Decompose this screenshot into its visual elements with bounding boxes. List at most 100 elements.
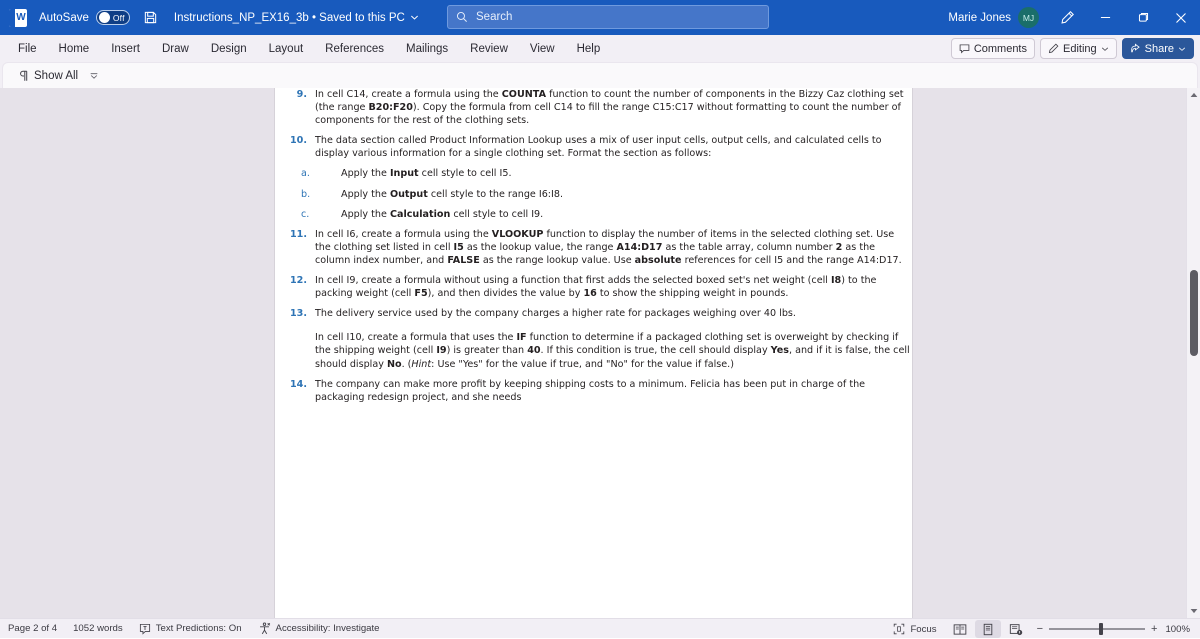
tab-help[interactable]: Help: [567, 37, 611, 61]
zoom-track[interactable]: [1049, 628, 1145, 630]
zoom-level-label[interactable]: 100%: [1165, 624, 1196, 635]
zoom-out-button[interactable]: −: [1037, 623, 1043, 635]
avatar[interactable]: MJ: [1018, 7, 1039, 28]
comments-button[interactable]: Comments: [951, 38, 1035, 59]
list-sub-item: c.Apply the Calculation cell style to ce…: [275, 208, 912, 221]
read-mode-icon[interactable]: [947, 620, 973, 638]
list-item-text: In cell I9, create a formula without usi…: [315, 274, 912, 300]
list-item: 10.The data section called Product Infor…: [275, 134, 912, 160]
search-icon: [456, 11, 468, 23]
tab-home[interactable]: Home: [49, 37, 100, 61]
list-item-number: a.: [275, 167, 341, 180]
word-count[interactable]: 1052 words: [65, 619, 131, 639]
text-predictions-icon: [139, 623, 151, 635]
search-container[interactable]: Search: [447, 5, 769, 29]
document-content: 9.In cell C14, create a formula using th…: [275, 88, 912, 411]
list-item-text: In cell I6, create a formula using the V…: [315, 228, 912, 267]
tab-mailings[interactable]: Mailings: [396, 37, 458, 61]
title-bar: AutoSave Off Instructions_NP_EX16_3b • S…: [0, 0, 1200, 35]
list-item-number: [275, 331, 315, 370]
text-predictions-status[interactable]: Text Predictions: On: [131, 619, 250, 639]
zoom-slider[interactable]: − +: [1037, 623, 1158, 635]
scrollbar-thumb[interactable]: [1190, 270, 1198, 356]
word-logo-icon: [9, 9, 27, 27]
web-layout-icon[interactable]: [1003, 620, 1029, 638]
chevron-down-icon[interactable]: [410, 13, 419, 22]
user-name: Marie Jones: [948, 12, 1011, 24]
tab-review[interactable]: Review: [460, 37, 518, 61]
tab-layout[interactable]: Layout: [259, 37, 314, 61]
print-layout-icon[interactable]: [975, 620, 1001, 638]
list-item-text: In cell C14, create a formula using the …: [315, 88, 912, 127]
list-item-text: In cell I10, create a formula that uses …: [315, 331, 912, 370]
autosave-state-label: Off: [113, 13, 125, 23]
focus-icon: [893, 623, 905, 635]
status-bar: Page 2 of 4 1052 words Text Predictions:…: [0, 618, 1200, 638]
list-item: 13.The delivery service used by the comp…: [275, 307, 912, 320]
show-all-label: Show All: [34, 70, 78, 82]
tab-file[interactable]: File: [8, 37, 47, 61]
list-item-number: c.: [275, 208, 341, 221]
scroll-up-arrow-icon[interactable]: [1187, 88, 1200, 102]
list-item-text: The delivery service used by the company…: [315, 307, 912, 320]
autosave-control[interactable]: AutoSave Off: [39, 10, 130, 25]
list-item-number: 11.: [275, 228, 315, 267]
comment-icon: [959, 43, 970, 54]
list-item-text: The data section called Product Informat…: [315, 134, 912, 160]
list-item: 14.The company can make more profit by k…: [275, 378, 912, 404]
pilcrow-icon: [18, 70, 29, 82]
status-bar-right: Focus −: [885, 619, 1196, 639]
page-indicator[interactable]: Page 2 of 4: [0, 619, 65, 639]
list-item-number: 10.: [275, 134, 315, 160]
ribbon-tab-bar: File Home Insert Draw Design Layout Refe…: [0, 35, 1200, 62]
title-bar-right: Marie Jones MJ: [948, 0, 1200, 35]
list-item-number: 9.: [275, 88, 315, 127]
accessibility-status[interactable]: Accessibility: Investigate: [250, 619, 388, 639]
list-sub-item: a.Apply the Input cell style to cell I5.: [275, 167, 912, 180]
save-icon[interactable]: [143, 10, 158, 25]
document-title: Instructions_NP_EX16_3b • Saved to this …: [174, 12, 405, 24]
editing-button[interactable]: Editing: [1040, 38, 1117, 59]
list-item-number: 13.: [275, 307, 315, 320]
search-input[interactable]: Search: [447, 5, 769, 29]
list-item-text: Apply the Output cell style to the range…: [341, 188, 912, 201]
chevron-down-icon[interactable]: [89, 71, 99, 81]
restore-button[interactable]: [1124, 0, 1162, 35]
ribbon-right-actions: Comments Editing Share: [951, 35, 1194, 62]
close-button[interactable]: [1162, 0, 1200, 35]
page-label: Page 2 of 4: [8, 623, 57, 634]
tab-design[interactable]: Design: [201, 37, 257, 61]
list-item: 12.In cell I9, create a formula without …: [275, 274, 912, 300]
zoom-in-button[interactable]: +: [1151, 623, 1157, 635]
vertical-scrollbar[interactable]: [1186, 88, 1200, 618]
accessibility-label: Accessibility: Investigate: [276, 623, 380, 634]
document-canvas[interactable]: 9.In cell C14, create a formula using th…: [0, 88, 1200, 618]
tab-references[interactable]: References: [315, 37, 394, 61]
chevron-down-icon[interactable]: [1101, 45, 1109, 53]
tab-draw[interactable]: Draw: [152, 37, 199, 61]
document-title-group[interactable]: Instructions_NP_EX16_3b • Saved to this …: [174, 12, 419, 24]
list-item-text: The company can make more profit by keep…: [315, 378, 912, 404]
autosave-label: AutoSave: [39, 12, 89, 24]
text-predictions-label: Text Predictions: On: [156, 623, 242, 634]
list-item: 9.In cell C14, create a formula using th…: [275, 88, 912, 127]
list-item: 11.In cell I6, create a formula using th…: [275, 228, 912, 267]
document-page[interactable]: 9.In cell C14, create a formula using th…: [275, 88, 912, 618]
focus-button[interactable]: Focus: [885, 619, 944, 639]
share-button[interactable]: Share: [1122, 38, 1194, 59]
autosave-toggle[interactable]: Off: [96, 10, 130, 25]
scroll-down-arrow-icon[interactable]: [1187, 604, 1200, 618]
list-item: In cell I10, create a formula that uses …: [275, 331, 912, 370]
minimize-button[interactable]: [1086, 0, 1124, 35]
show-all-button[interactable]: Show All: [13, 68, 104, 84]
tab-insert[interactable]: Insert: [101, 37, 150, 61]
comments-label: Comments: [974, 43, 1027, 55]
pen-icon[interactable]: [1048, 0, 1086, 35]
focus-label: Focus: [910, 624, 936, 635]
search-placeholder: Search: [476, 11, 512, 23]
list-item-number: 12.: [275, 274, 315, 300]
autosave-toggle-knob: [99, 12, 110, 23]
tab-view[interactable]: View: [520, 37, 565, 61]
zoom-thumb[interactable]: [1099, 623, 1103, 635]
chevron-down-icon[interactable]: [1178, 45, 1186, 53]
